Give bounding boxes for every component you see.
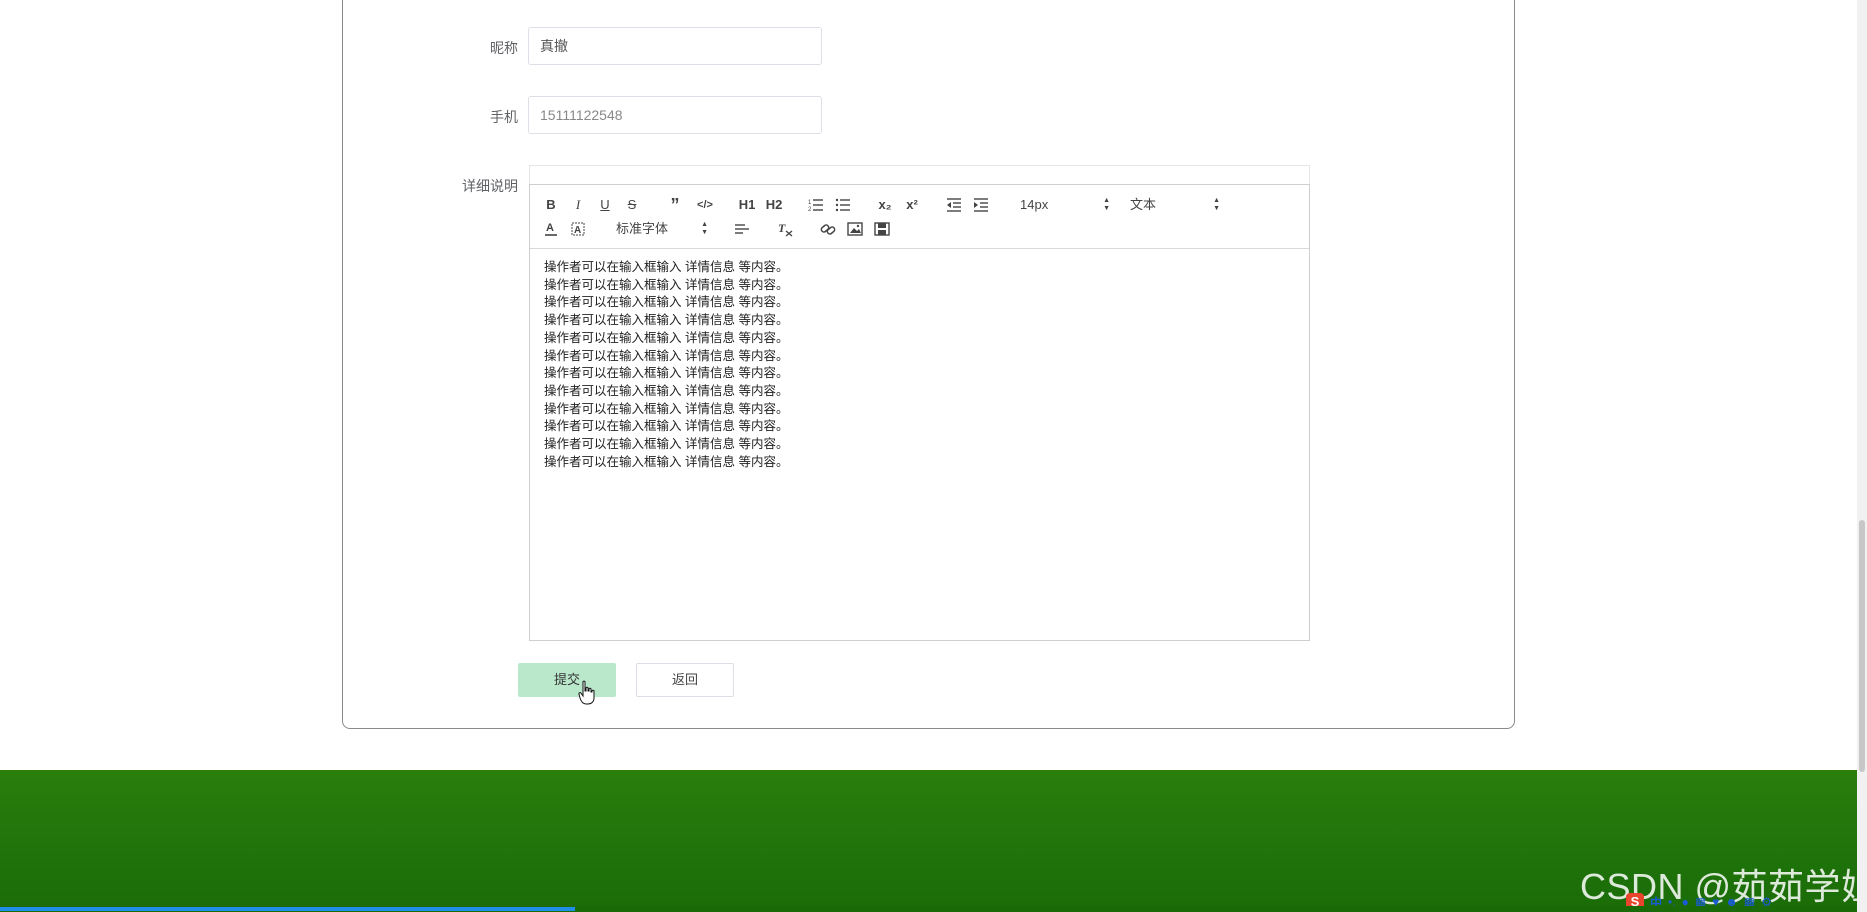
svg-text:T: T: [778, 221, 786, 235]
editor-line: 操作者可以在输入框输入 详情信息 等内容。: [544, 295, 789, 310]
nickname-label: 昵称: [490, 40, 518, 56]
code-button[interactable]: </>: [694, 195, 716, 215]
svg-text:A: A: [574, 225, 581, 236]
indent-icon[interactable]: [973, 195, 989, 215]
detail-label: 详细说明: [462, 178, 518, 194]
superscript-button[interactable]: x²: [903, 195, 921, 215]
underline-button[interactable]: U: [598, 195, 612, 215]
font-select-value: 标准字体: [616, 221, 669, 236]
align-icon[interactable]: [734, 219, 750, 239]
editor-line: 操作者可以在输入框输入 详情信息 等内容。: [544, 383, 789, 398]
link-icon[interactable]: [820, 219, 836, 239]
editor-line: 操作者可以在输入框输入 详情信息 等内容。: [544, 260, 789, 274]
video-icon[interactable]: [874, 219, 890, 239]
editor-line: 操作者可以在输入框输入 详情信息 等内容。: [544, 437, 789, 452]
strike-button[interactable]: S: [625, 195, 639, 215]
size-select[interactable]: 14px ▲ ▼: [1020, 195, 1110, 215]
editor-line: 操作者可以在输入框输入 详情信息 等内容。: [544, 401, 789, 416]
font-select-arrow-icon: ▲ ▼: [701, 221, 708, 236]
scrollbar-thumb[interactable]: [1859, 520, 1865, 772]
editor-line: 操作者可以在输入框输入 详情信息 等内容。: [544, 313, 789, 328]
svg-text:A: A: [546, 222, 554, 234]
header-select[interactable]: 文本 ▲ ▼: [1130, 195, 1220, 215]
background-color-icon[interactable]: A: [571, 219, 585, 239]
text-color-icon[interactable]: A: [544, 219, 558, 239]
size-select-value: 14px: [1020, 197, 1049, 212]
editor-toolbar: B I U S ” </> H1 H2 12 x₂ x² 14px ▲ ▼ 文本 …: [530, 185, 1309, 249]
editor-line: 操作者可以在输入框输入 详情信息 等内容。: [544, 419, 789, 434]
editor-line: 操作者可以在输入框输入 详情信息 等内容。: [544, 454, 789, 469]
submit-button[interactable]: 提交: [518, 663, 616, 697]
blockquote-button[interactable]: ”: [667, 195, 683, 215]
h1-button[interactable]: H1: [737, 195, 757, 215]
bold-button[interactable]: B: [544, 195, 558, 215]
back-button[interactable]: 返回: [636, 663, 734, 697]
header-select-value: 文本: [1130, 197, 1157, 212]
bullet-list-icon[interactable]: [835, 195, 851, 215]
editor-line: 操作者可以在输入框输入 详情信息 等内容。: [544, 366, 789, 381]
font-select[interactable]: 标准字体 ▲ ▼: [616, 219, 708, 239]
loading-progress-bar: [0, 906, 1867, 912]
h2-button[interactable]: H2: [764, 195, 784, 215]
loading-progress-fill: [0, 907, 575, 911]
ordered-list-icon[interactable]: 12: [808, 195, 824, 215]
svg-text:2: 2: [808, 207, 812, 213]
phone-label: 手机: [490, 109, 518, 125]
image-icon[interactable]: [847, 219, 863, 239]
clear-format-icon[interactable]: T: [777, 219, 793, 239]
rich-text-editor: B I U S ” </> H1 H2 12 x₂ x² 14px ▲ ▼ 文本 …: [529, 184, 1310, 641]
svg-text:1: 1: [808, 200, 812, 206]
phone-input[interactable]: 15111122548: [528, 96, 822, 134]
outdent-icon[interactable]: [946, 195, 962, 215]
hand-cursor-icon: [578, 680, 596, 711]
editor-content[interactable]: 操作者可以在输入框输入 详情信息 等内容。 操作者可以在输入框输入 详情信息 等…: [544, 259, 788, 471]
editor-top-border: [529, 165, 1310, 185]
header-select-arrow-icon: ▲ ▼: [1213, 197, 1220, 212]
editor-line: 操作者可以在输入框输入 详情信息 等内容。: [544, 277, 789, 292]
italic-button[interactable]: I: [571, 195, 585, 215]
nickname-input[interactable]: 真撤: [528, 27, 822, 65]
size-select-arrow-icon: ▲ ▼: [1103, 197, 1110, 212]
page-scrollbar[interactable]: [1857, 0, 1867, 912]
editor-line: 操作者可以在输入框输入 详情信息 等内容。: [544, 348, 789, 363]
subscript-button[interactable]: x₂: [876, 195, 894, 215]
editor-line: 操作者可以在输入框输入 详情信息 等内容。: [544, 330, 789, 345]
